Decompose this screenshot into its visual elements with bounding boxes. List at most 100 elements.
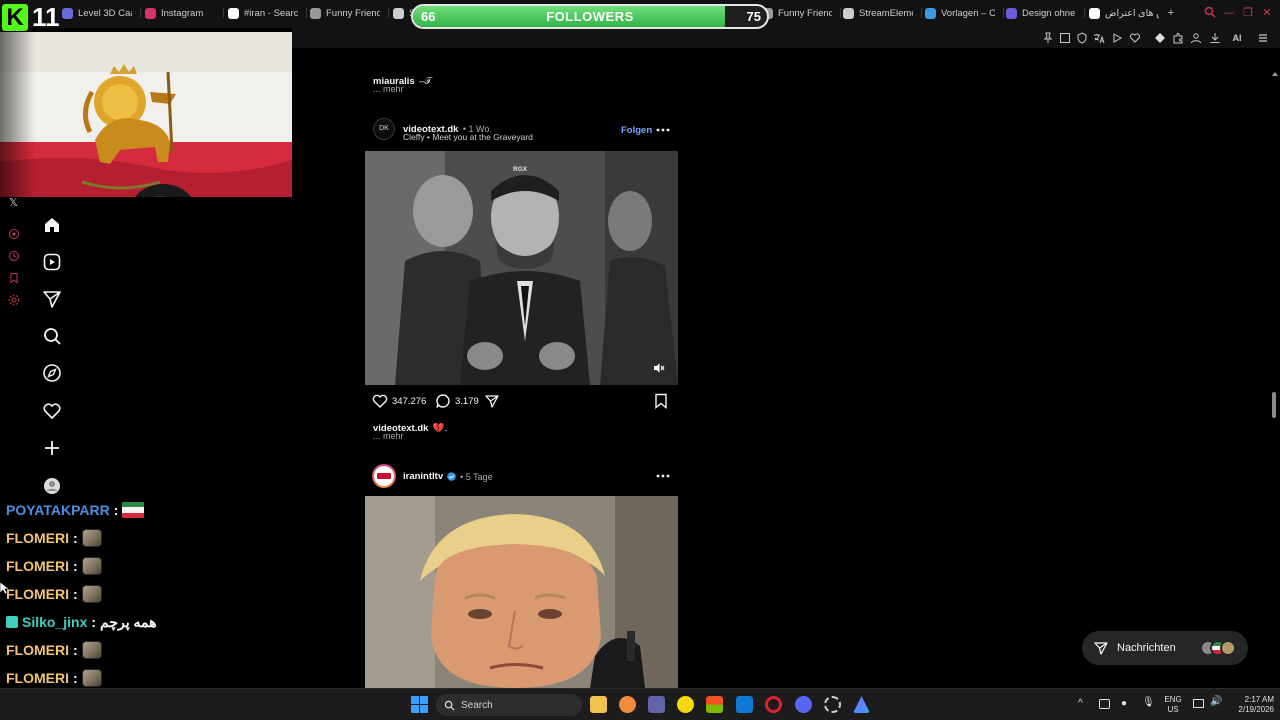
- app-triangle-icon[interactable]: [853, 696, 870, 713]
- opera-icon[interactable]: [765, 696, 782, 713]
- menu-icon[interactable]: [1257, 32, 1269, 44]
- send-icon[interactable]: [41, 288, 63, 310]
- chat-colon: :: [91, 614, 97, 630]
- mail-icon[interactable]: [736, 696, 753, 713]
- chat-text: همه پرچم: [100, 614, 157, 630]
- puzzle-icon[interactable]: [1172, 32, 1184, 44]
- screenshot-icon[interactable]: [1059, 32, 1071, 44]
- new-tab-icon[interactable]: +: [1164, 6, 1178, 20]
- mute-icon[interactable]: [653, 362, 665, 374]
- scrollbar-thumb[interactable]: [1272, 392, 1276, 418]
- browser-tab-label: عکس های اعتراض: [1105, 7, 1159, 19]
- comment-icon[interactable]: [435, 393, 451, 409]
- scroll-up-arrow-icon[interactable]: [1272, 72, 1278, 76]
- play-icon[interactable]: [1111, 32, 1123, 44]
- profile-icon[interactable]: [41, 475, 63, 497]
- ai-assistant-button[interactable]: AI: [1226, 32, 1248, 44]
- chat-username[interactable]: FLOMERI: [6, 639, 69, 661]
- network-icon[interactable]: [1193, 699, 1204, 708]
- share-icon[interactable]: [484, 393, 500, 409]
- chat-username[interactable]: FLOMERI: [6, 667, 69, 689]
- chat-username[interactable]: Silko_jinx: [22, 611, 87, 633]
- page-scrollbar[interactable]: [1269, 72, 1278, 688]
- bookmark-outline-icon[interactable]: [8, 272, 20, 284]
- generic-favicon-icon: [310, 7, 321, 19]
- history-icon[interactable]: [8, 250, 20, 262]
- browser-tab[interactable]: Instagram: [145, 4, 215, 22]
- post2-more-options-icon[interactable]: [656, 471, 670, 481]
- caption-more-link[interactable]: ... mehr: [373, 431, 404, 441]
- follow-button[interactable]: Folgen: [621, 125, 652, 136]
- chat-colon: :: [73, 530, 78, 546]
- search-tabs-icon[interactable]: [1203, 6, 1217, 20]
- download-icon[interactable]: [1209, 32, 1221, 44]
- file-explorer-icon[interactable]: [590, 696, 607, 713]
- canva-icon: [925, 7, 936, 19]
- more-options-icon[interactable]: [656, 125, 670, 135]
- tray-overflow-icon[interactable]: ^: [1078, 699, 1083, 709]
- chat-username[interactable]: POYATAKPARR: [6, 499, 110, 521]
- close-rail-icon[interactable]: 𝕏: [9, 196, 18, 209]
- clock[interactable]: 2:17 AM 2/19/2026: [1228, 695, 1274, 715]
- post2-avatar[interactable]: [372, 464, 396, 488]
- store-icon[interactable]: [706, 696, 723, 713]
- messages-button[interactable]: Nachrichten: [1082, 631, 1248, 665]
- settings-gear-icon[interactable]: [824, 696, 841, 713]
- tray-discord-icon[interactable]: ●: [1121, 699, 1127, 709]
- chat-username[interactable]: FLOMERI: [6, 555, 69, 577]
- browser-tab[interactable]: Vorlagen – Ca: [925, 4, 995, 22]
- like-icon[interactable]: [372, 393, 388, 409]
- restore-icon[interactable]: ❐: [1241, 6, 1255, 20]
- close-window-icon[interactable]: ✕: [1260, 6, 1274, 20]
- minimize-icon[interactable]: —: [1222, 6, 1236, 20]
- browser-tab[interactable]: #iran - Search: [228, 4, 298, 22]
- pin-icon[interactable]: [1042, 32, 1054, 44]
- app-icon[interactable]: [677, 696, 694, 713]
- reels-icon[interactable]: [41, 251, 63, 273]
- browser-tab[interactable]: عکس های اعتراض: [1089, 4, 1159, 22]
- explore-icon[interactable]: [41, 362, 63, 384]
- browser-tab[interactable]: Design ohne T: [1006, 4, 1076, 22]
- chat-username[interactable]: FLOMERI: [6, 527, 69, 549]
- comment-count[interactable]: 3.179: [455, 396, 479, 407]
- clock-time: 2:17 AM: [1244, 695, 1274, 704]
- extension-diamond-icon[interactable]: [1154, 32, 1166, 44]
- post-audio[interactable]: Cleffy • Meet you at the Graveyard: [403, 132, 533, 142]
- tray-app-icon[interactable]: [1099, 699, 1110, 709]
- browser-tab[interactable]: Funny Friend: [762, 4, 832, 22]
- discord-icon[interactable]: [795, 696, 812, 713]
- reel-watermark: RGX: [513, 166, 528, 173]
- chat-username[interactable]: FLOMERI: [6, 583, 69, 605]
- browser-icon[interactable]: [619, 696, 636, 713]
- post-avatar[interactable]: DK: [373, 118, 395, 140]
- browser-tab-label: Vorlagen – Ca: [941, 7, 995, 19]
- browser-tab[interactable]: StreamEleme: [843, 4, 913, 22]
- post2-username[interactable]: iranintltv: [403, 471, 443, 482]
- like-count[interactable]: 347.276: [392, 396, 426, 407]
- language-indicator[interactable]: ENG US: [1160, 695, 1186, 715]
- previous-post-more-link[interactable]: ... mehr: [373, 84, 404, 94]
- taskbar-search-box[interactable]: Search: [436, 694, 582, 716]
- account-icon[interactable]: [1190, 32, 1202, 44]
- chat-message: POYATAKPARR:: [6, 499, 145, 521]
- settings-icon[interactable]: [8, 294, 20, 306]
- translate-icon[interactable]: [1093, 32, 1105, 44]
- browser-tab[interactable]: Level 3D Caa: [62, 4, 132, 22]
- reel-video[interactable]: RGX: [365, 151, 678, 385]
- live-indicator-icon[interactable]: [8, 228, 20, 240]
- teams-icon[interactable]: [648, 696, 665, 713]
- search-icon[interactable]: [41, 325, 63, 347]
- favorite-heart-icon[interactable]: [1129, 32, 1141, 44]
- heart-icon[interactable]: [41, 400, 63, 422]
- post2-image[interactable]: [365, 496, 678, 688]
- start-windows-icon[interactable]: [411, 696, 428, 713]
- tray-mic-icon[interactable]: 🎙: [1142, 698, 1155, 708]
- browser-tab[interactable]: S: [393, 4, 413, 22]
- browser-tab[interactable]: Funny Friend: [310, 4, 380, 22]
- chat-emote-icon: [81, 641, 102, 659]
- create-icon[interactable]: [41, 437, 63, 459]
- shield-icon[interactable]: [1076, 32, 1088, 44]
- home-icon[interactable]: [41, 214, 63, 236]
- save-icon[interactable]: [654, 393, 668, 409]
- volume-icon[interactable]: 🔊: [1210, 697, 1222, 707]
